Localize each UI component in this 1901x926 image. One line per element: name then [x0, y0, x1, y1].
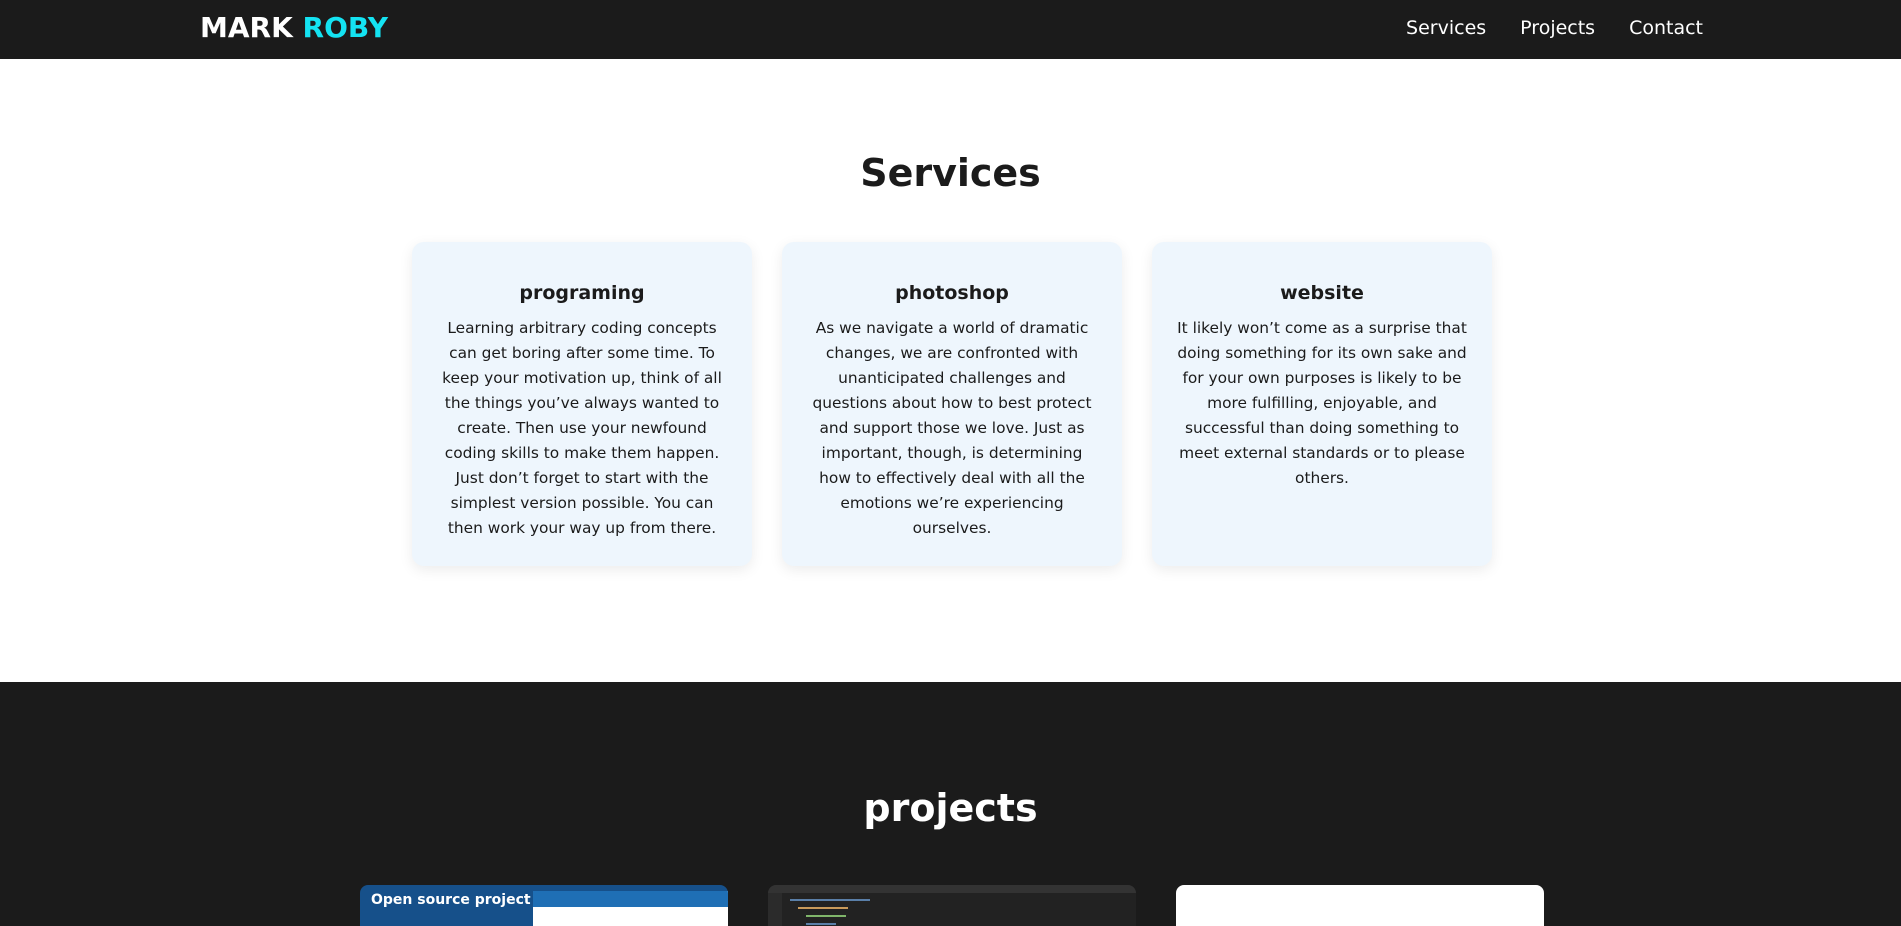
navbar: MARK ROBY Services Projects Contact	[0, 0, 1901, 59]
code-line	[790, 899, 870, 901]
project-thumb-open-source[interactable]: Open source project	[360, 885, 728, 926]
nav-link-contact[interactable]: Contact	[1629, 15, 1703, 41]
service-card-text: It likely won’t come as a surprise that …	[1177, 319, 1467, 487]
service-card-programing: programing Learning arbitrary coding con…	[412, 242, 752, 566]
code-line	[806, 915, 846, 917]
nav-links: Services Projects Contact	[1406, 15, 1703, 41]
service-card-text: As we navigate a world of dramatic chang…	[812, 319, 1092, 537]
service-card-photoshop: photoshop As we navigate a world of dram…	[782, 242, 1122, 566]
projects-section: projects Open source project	[0, 682, 1901, 926]
service-card-text: Learning arbitrary coding concepts can g…	[442, 319, 722, 537]
project-thumb-window-bar	[533, 891, 728, 907]
project-thumb-blank[interactable]	[1176, 885, 1544, 926]
project-thumb-window	[533, 891, 728, 926]
project-thumb-code-editor[interactable]	[768, 885, 1136, 926]
nav-link-projects[interactable]: Projects	[1520, 15, 1595, 41]
project-thumb-caption: Open source project	[371, 892, 531, 908]
service-card-website: website It likely won’t come as a surpri…	[1152, 242, 1492, 566]
logo-accent: ROBY	[302, 11, 388, 44]
editor-sidebar	[768, 893, 782, 926]
projects-title: projects	[863, 786, 1038, 830]
code-line	[798, 907, 848, 909]
logo-primary: MARK	[200, 11, 293, 44]
services-title: Services	[860, 151, 1041, 195]
service-card-title: photoshop	[895, 282, 1009, 304]
nav-link-services[interactable]: Services	[1406, 15, 1486, 41]
service-card-title: website	[1280, 282, 1364, 304]
code-line	[806, 923, 836, 925]
services-section: Services programing Learning arbitrary c…	[0, 59, 1901, 682]
editor-topbar	[768, 885, 1136, 893]
service-card-title: programing	[519, 282, 645, 304]
logo[interactable]: MARK ROBY	[200, 10, 388, 46]
